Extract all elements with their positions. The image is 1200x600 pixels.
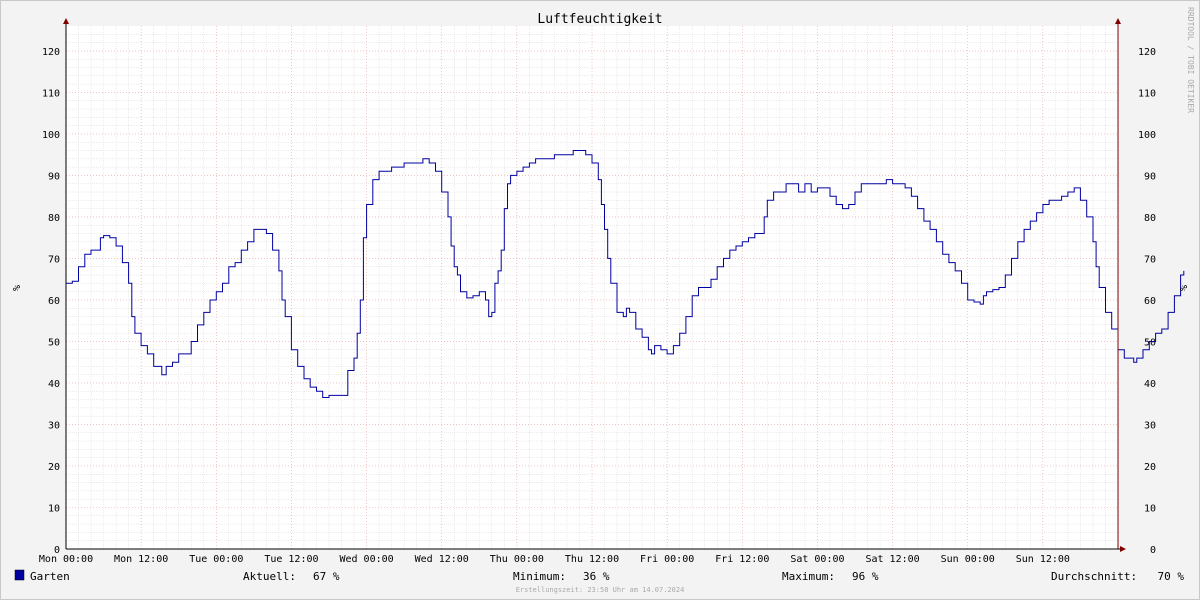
x-tick-label: Sat 00:00 xyxy=(790,554,844,565)
creation-timestamp: Erstellungszeit: 23:58 Uhr am 14.07.2024 xyxy=(516,586,685,594)
y-tick-label-right: 70 xyxy=(1144,254,1156,265)
y-tick-label-left: 40 xyxy=(48,379,60,390)
y-tick-label-right: 0 xyxy=(1150,545,1156,556)
y-tick-label-left: 110 xyxy=(42,88,60,99)
x-tick-label: Thu 12:00 xyxy=(565,554,619,565)
y-tick-label-left: 20 xyxy=(48,462,60,473)
y-tick-label-left: 60 xyxy=(48,296,60,307)
x-tick-label: Mon 12:00 xyxy=(114,554,168,565)
y-tick-label-right: 100 xyxy=(1138,130,1156,141)
y-tick-label-right: 120 xyxy=(1138,47,1156,58)
durchschnitt-value: 70 % xyxy=(1158,570,1185,583)
y-tick-label-left: 30 xyxy=(48,420,60,431)
y-tick-label-right: 30 xyxy=(1144,420,1156,431)
x-tick-label: Mon 00:00 xyxy=(39,554,93,565)
y-tick-label-right: 20 xyxy=(1144,462,1156,473)
y-axis-label-left: % xyxy=(10,285,21,291)
durchschnitt-label: Durchschnitt: xyxy=(1051,570,1137,583)
maximum-label: Maximum: xyxy=(782,570,835,583)
y-tick-label-right: 10 xyxy=(1144,503,1156,514)
y-tick-label-right: 110 xyxy=(1138,88,1156,99)
x-tick-label: Tue 00:00 xyxy=(189,554,243,565)
watermark: RRDTOOL / TOBI OETIKER xyxy=(1186,7,1195,113)
y-tick-label-right: 80 xyxy=(1144,213,1156,224)
x-tick-label: Sun 12:00 xyxy=(1016,554,1070,565)
y-tick-label-right: 50 xyxy=(1144,337,1156,348)
x-tick-label: Wed 00:00 xyxy=(339,554,393,565)
x-tick-label: Thu 00:00 xyxy=(490,554,544,565)
minimum-value: 36 % xyxy=(583,570,610,583)
y-tick-label-left: 70 xyxy=(48,254,60,265)
x-tick-label: Fri 00:00 xyxy=(640,554,694,565)
x-tick-label: Fri 12:00 xyxy=(715,554,769,565)
y-tick-label-left: 50 xyxy=(48,337,60,348)
x-tick-label: Tue 12:00 xyxy=(264,554,318,565)
y-tick-label-right: 40 xyxy=(1144,379,1156,390)
maximum-value: 96 % xyxy=(852,570,879,583)
y-tick-label-left: 90 xyxy=(48,171,60,182)
aktuell-label: Aktuell: xyxy=(243,570,296,583)
y-tick-label-right: 60 xyxy=(1144,296,1156,307)
y-tick-label-right: 90 xyxy=(1144,171,1156,182)
x-tick-label: Wed 12:00 xyxy=(415,554,469,565)
y-axis-label-right: % xyxy=(1177,285,1188,291)
y-tick-label-left: 100 xyxy=(42,130,60,141)
chart-title: Luftfeuchtigkeit xyxy=(537,12,662,27)
humidity-chart: 0102030405060708090100110120 01020304050… xyxy=(0,0,1200,600)
aktuell-value: 67 % xyxy=(313,570,340,583)
x-tick-label: Sun 00:00 xyxy=(941,554,995,565)
x-tick-label: Sat 12:00 xyxy=(865,554,919,565)
minimum-label: Minimum: xyxy=(513,570,566,583)
y-tick-label-left: 80 xyxy=(48,213,60,224)
legend-swatch-garten xyxy=(14,569,25,581)
y-tick-label-left: 120 xyxy=(42,47,60,58)
y-tick-label-left: 10 xyxy=(48,503,60,514)
legend-label-garten: Garten xyxy=(30,570,70,583)
